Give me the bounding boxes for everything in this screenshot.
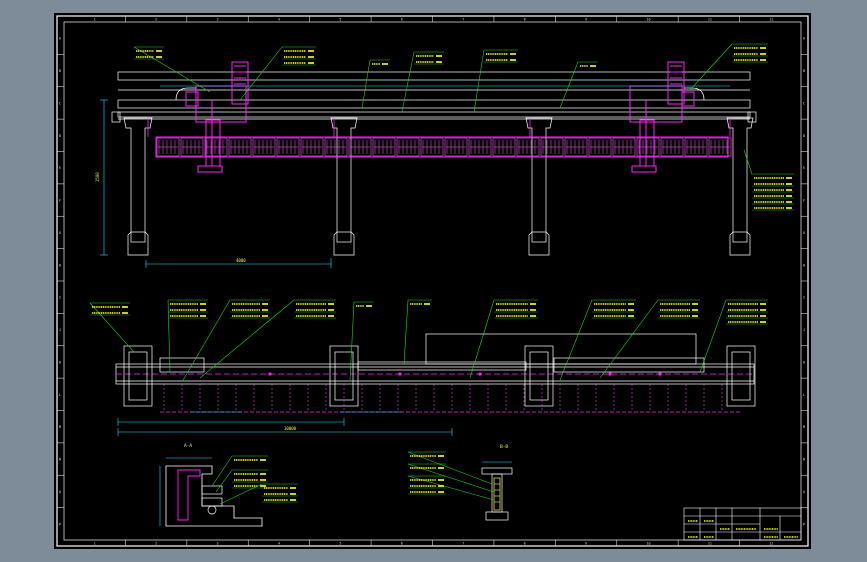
right-tick-label: C <box>803 101 805 105</box>
right-tick-label: M <box>803 425 805 429</box>
bottom-tick-label: 1 <box>94 542 96 546</box>
left-tick-label: H <box>59 263 61 267</box>
top-tick-label: 7 <box>462 18 464 22</box>
right-tick-label: D <box>803 134 805 138</box>
cad-drawing-viewport: 1 2 3 4 5 6 7 8 9 10 11 12 1 2 3 4 5 6 7 8 9 10 11 12 ABCDEFGH… <box>0 0 867 562</box>
right-tick-label: E <box>803 166 805 170</box>
plan-marker <box>268 372 272 376</box>
left-tick-label: E <box>59 166 61 170</box>
left-tick-label: P <box>59 522 61 526</box>
top-tick-label: 8 <box>524 18 526 22</box>
bottom-tick-label: 10 <box>646 542 650 546</box>
right-tick-label: G <box>803 231 805 235</box>
left-tick-label: D <box>59 134 61 138</box>
left-tick-label: B <box>59 69 61 73</box>
bottom-tick-label: 8 <box>524 542 526 546</box>
top-tick-label: 3 <box>217 18 219 22</box>
top-tick-label: 1 <box>94 18 96 22</box>
right-tick-label: F <box>803 199 805 203</box>
front-dim-span-label: 4000 <box>236 258 246 263</box>
bottom-tick-label: 9 <box>585 542 587 546</box>
plan-marker <box>478 372 482 376</box>
right-tick-label: P <box>803 522 805 526</box>
bottom-tick-label: 11 <box>708 542 712 546</box>
left-tick-label: O <box>59 490 61 494</box>
plan-marker <box>398 372 402 376</box>
top-tick-label: 4 <box>278 18 280 22</box>
top-tick-label: 2 <box>155 18 157 22</box>
bottom-tick-label: 3 <box>217 542 219 546</box>
front-dim-height-label: 1500 <box>95 172 100 182</box>
left-tick-label: A <box>59 37 61 41</box>
top-tick-label: 5 <box>339 18 341 22</box>
right-tick-label: A <box>803 37 805 41</box>
plan-dim-total-label: 10000 <box>284 426 297 431</box>
right-tick-label: L <box>803 393 805 397</box>
right-tick-label: J <box>803 328 805 332</box>
left-tick-label: N <box>59 458 61 462</box>
bottom-tick-label: 5 <box>339 542 341 546</box>
left-tick-label: C <box>59 101 61 105</box>
top-tick-label: 12 <box>769 18 773 22</box>
right-tick-label: H <box>803 263 805 267</box>
bottom-tick-label: 7 <box>462 542 464 546</box>
left-tick-label: L <box>59 393 61 397</box>
left-tick-label: J <box>59 328 61 332</box>
section-a-title: A-A <box>184 443 192 449</box>
top-tick-label: 11 <box>708 18 712 22</box>
left-tick-label: G <box>59 231 61 235</box>
top-tick-label: 10 <box>646 18 650 22</box>
bottom-tick-label: 12 <box>769 542 773 546</box>
right-tick-label: I <box>803 296 805 300</box>
cad-drawing: 1 2 3 4 5 6 7 8 9 10 11 12 1 2 3 4 5 6 7 8 9 10 11 12 ABCDEFGH… <box>54 13 811 549</box>
bottom-tick-label: 6 <box>401 542 403 546</box>
right-tick-label: B <box>803 69 805 73</box>
right-tick-label: O <box>803 490 805 494</box>
left-tick-label: M <box>59 425 61 429</box>
top-tick-label: 9 <box>585 18 587 22</box>
top-tick-label: 6 <box>401 18 403 22</box>
section-b-title: B-B <box>500 444 508 450</box>
plan-marker <box>608 372 612 376</box>
right-tick-label: N <box>803 458 805 462</box>
bottom-tick-label: 2 <box>155 542 157 546</box>
left-tick-label: I <box>59 296 61 300</box>
bottom-tick-label: 4 <box>278 542 280 546</box>
left-tick-label: F <box>59 199 61 203</box>
plan-marker <box>658 372 662 376</box>
